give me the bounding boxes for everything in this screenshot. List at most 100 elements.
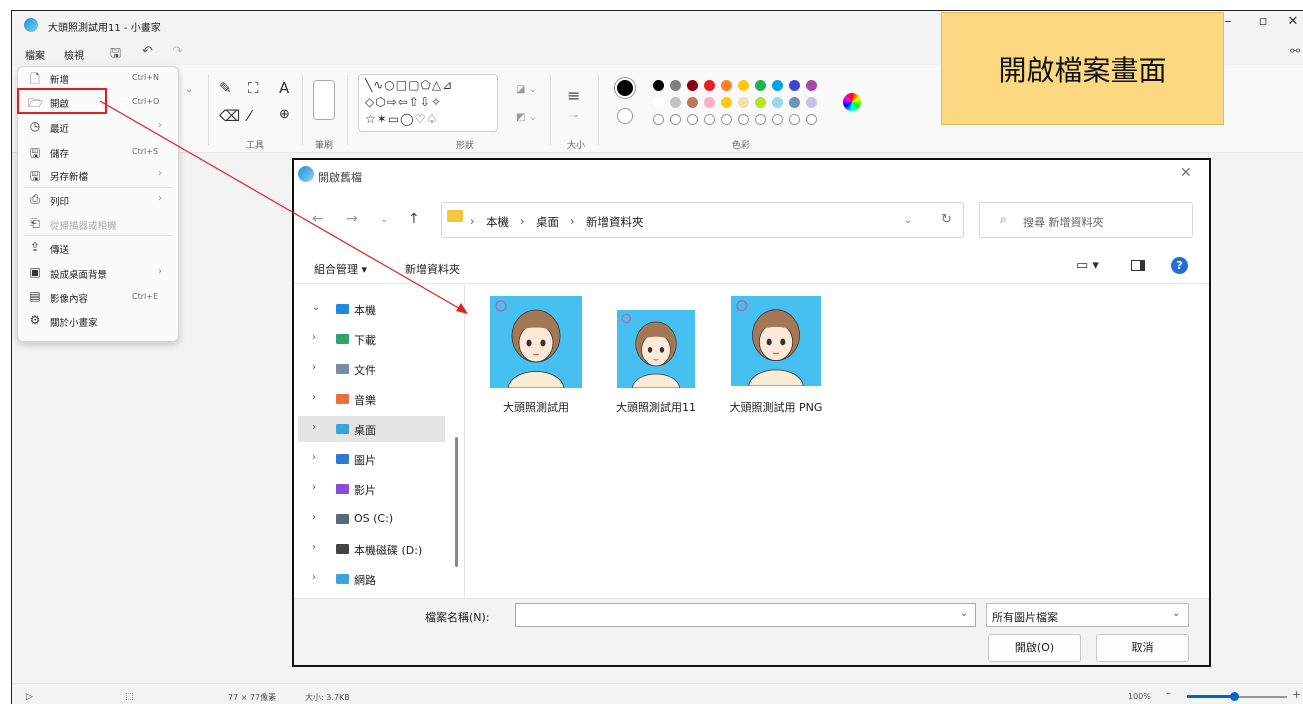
chevron-right-icon[interactable]: › [312, 392, 316, 403]
close-icon[interactable]: ✕ [1283, 14, 1303, 29]
zoom-slider-thumb[interactable] [1230, 692, 1239, 701]
chevron-down-icon[interactable]: ⌄ [185, 84, 193, 95]
file-menu-item[interactable]: ⇪ 傳送 [18, 235, 178, 260]
breadcrumb-desktop[interactable]: 桌面 [536, 214, 559, 230]
color-swatch[interactable] [687, 114, 698, 125]
chevron-right-icon[interactable]: › [312, 362, 316, 373]
color-swatch[interactable] [687, 97, 698, 108]
color-swatch[interactable] [806, 97, 817, 108]
chevron-right-icon[interactable]: › [312, 512, 316, 523]
image-thumbnail[interactable] [731, 296, 821, 386]
size-icon[interactable]: ≡ [567, 86, 580, 105]
fill-style-icon[interactable]: ◩ ⌄ [516, 112, 537, 123]
color-swatch[interactable] [738, 97, 749, 108]
color-swatch[interactable] [772, 80, 783, 91]
chevron-down-icon[interactable]: ⌄ [1172, 608, 1180, 619]
color-swatch[interactable] [789, 114, 800, 125]
image-thumbnail[interactable] [617, 310, 695, 388]
tree-item[interactable]: › 音樂 [298, 386, 445, 412]
color-swatch[interactable] [755, 80, 766, 91]
color-swatch[interactable] [687, 80, 698, 91]
color-swatch[interactable] [806, 114, 817, 125]
color-swatch[interactable] [806, 80, 817, 91]
color-swatch[interactable] [789, 80, 800, 91]
color-swatch[interactable] [738, 114, 749, 125]
scrollbar[interactable] [455, 437, 458, 567]
refresh-icon[interactable]: ↻ [941, 212, 952, 227]
save-icon[interactable]: 🖫 [110, 44, 121, 66]
chevron-right-icon[interactable]: › [312, 542, 316, 553]
chevron-right-icon[interactable]: › [312, 482, 316, 493]
color-swatch[interactable] [704, 80, 715, 91]
edit-colors-icon[interactable] [843, 93, 861, 111]
menu-file[interactable]: 檔案 [25, 47, 45, 62]
secondary-color[interactable] [617, 108, 633, 124]
tree-item[interactable]: › 影片 [298, 476, 445, 502]
color-picker-icon[interactable]: ⁄ [248, 107, 251, 125]
color-swatch[interactable] [653, 114, 664, 125]
file-menu-item[interactable]: 🗋 新增 Ctrl+N [18, 66, 178, 90]
color-swatch[interactable] [670, 80, 681, 91]
redo-icon[interactable]: ↷ [172, 44, 183, 59]
outline-icon[interactable]: ◪ ⌄ [516, 84, 537, 95]
preview-pane-icon[interactable] [1131, 260, 1145, 271]
chevron-down-icon[interactable]: ⌄ [572, 110, 580, 120]
recent-locations-icon[interactable]: ⌄ [380, 214, 388, 225]
brush-button[interactable] [313, 80, 335, 120]
tree-item[interactable]: › 下載 [298, 326, 445, 352]
breadcrumb-pc[interactable]: 本機 [486, 214, 509, 230]
file-menu-item[interactable]: 🖫 另存新檔 › [18, 163, 178, 187]
tree-item[interactable]: › OS (C:) [298, 506, 445, 532]
zoom-in-icon[interactable]: + [1292, 688, 1301, 701]
color-swatch[interactable] [670, 114, 681, 125]
new-folder-button[interactable]: 新增資料夾 [405, 261, 460, 277]
filename-input[interactable] [515, 603, 976, 627]
fill-icon[interactable]: ⛶ [248, 79, 259, 97]
undo-icon[interactable]: ↶ [142, 44, 153, 59]
color-swatch[interactable] [772, 114, 783, 125]
help-icon[interactable]: ? [1171, 257, 1188, 274]
text-icon[interactable]: A [279, 79, 289, 97]
share-icon[interactable]: ⚯ [1290, 44, 1300, 58]
back-icon[interactable]: ← [312, 211, 324, 227]
color-swatch[interactable] [772, 97, 783, 108]
file-menu-item[interactable]: ⎙ 列印 › [18, 187, 178, 212]
color-swatch[interactable] [704, 97, 715, 108]
chevron-right-icon[interactable]: › [312, 332, 316, 343]
color-swatch[interactable] [789, 97, 800, 108]
up-icon[interactable]: ↑ [408, 211, 420, 227]
chevron-down-icon[interactable]: ⌄ [312, 302, 320, 313]
color-swatch[interactable] [721, 97, 732, 108]
file-menu-item[interactable]: ⎗ 從掃描器或相機 [18, 212, 178, 236]
image-thumbnail[interactable] [490, 296, 582, 388]
file-menu-item[interactable]: 🖫 儲存 Ctrl+S [18, 140, 178, 164]
file-menu-item[interactable]: ◷ 最近 › [18, 115, 178, 139]
tree-item[interactable]: › 網路 [298, 566, 445, 592]
tree-item[interactable]: › 文件 [298, 356, 445, 382]
maximize-icon[interactable]: ▫ [1253, 14, 1273, 29]
color-swatch[interactable] [755, 114, 766, 125]
color-swatch[interactable] [721, 80, 732, 91]
forward-icon[interactable]: → [346, 211, 358, 227]
chevron-right-icon[interactable]: › [312, 422, 316, 433]
chevron-down-icon[interactable]: ⌄ [904, 215, 912, 226]
organize-button[interactable]: 組合管理 ▾ [314, 261, 367, 277]
color-swatch[interactable] [738, 80, 749, 91]
tree-item[interactable]: › 本機磁碟 (D:) [298, 536, 445, 562]
breadcrumb-folder[interactable]: 新增資料夾 [586, 214, 644, 230]
cancel-button[interactable]: 取消 [1096, 634, 1189, 662]
file-menu-item[interactable]: ⚙ 關於小畫家 [18, 309, 178, 333]
color-swatch[interactable] [670, 97, 681, 108]
color-swatch[interactable] [653, 97, 664, 108]
pencil-icon[interactable]: ✎ [219, 79, 232, 97]
magnifier-icon[interactable]: ⊕ [279, 107, 290, 122]
color-swatch[interactable] [704, 114, 715, 125]
chevron-right-icon[interactable]: › [312, 572, 316, 583]
file-menu-item[interactable]: ▣ 設成桌面背景 › [18, 261, 178, 285]
menu-view[interactable]: 檢視 [64, 47, 84, 62]
chevron-down-icon[interactable]: ⌄ [960, 608, 968, 619]
color-swatch[interactable] [721, 114, 732, 125]
chevron-right-icon[interactable]: › [312, 452, 316, 463]
color-swatch[interactable] [653, 80, 664, 91]
tree-item[interactable]: › 圖片 [298, 446, 445, 472]
